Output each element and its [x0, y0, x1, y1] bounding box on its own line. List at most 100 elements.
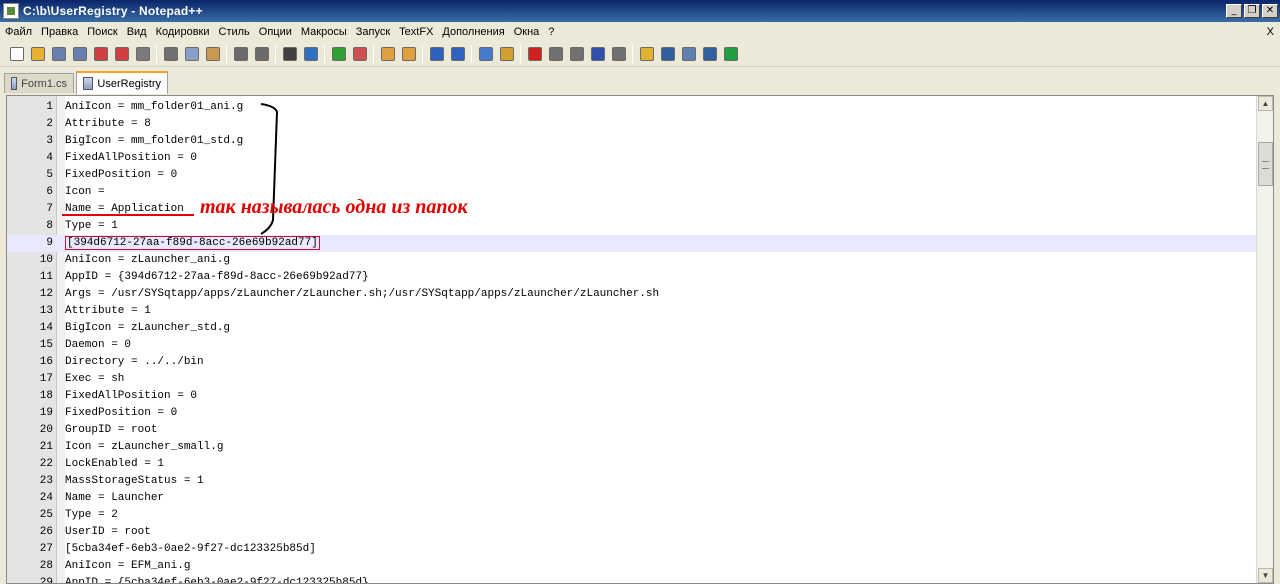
code-line[interactable]: 21 Icon = zLauncher_small.g: [7, 439, 1257, 456]
code-line[interactable]: 12 Args = /usr/SYSqtapp/apps/zLauncher/zL…: [7, 286, 1257, 303]
code-line[interactable]: 3 BigIcon = mm_folder01_std.g: [7, 133, 1257, 150]
close-all-button[interactable]: [111, 44, 132, 64]
undo-button[interactable]: [230, 44, 251, 64]
toolbar-separator: [632, 44, 633, 63]
playback-button[interactable]: [566, 44, 587, 64]
menu-item-5[interactable]: Стиль: [216, 26, 256, 38]
menu-item-12[interactable]: ?: [545, 26, 560, 38]
open-file-button[interactable]: [27, 44, 48, 64]
editor-area[interactable]: 1 AniIcon = mm_folder01_ani.g 2 Attribute =…: [6, 95, 1274, 584]
code-line[interactable]: 27 [5cba34ef-6eb3-0ae2-9f27-dc123325b85d]: [7, 541, 1257, 558]
record-macro-button[interactable]: [524, 44, 545, 64]
open-file-icon: [30, 46, 45, 61]
code-line[interactable]: 1 AniIcon = mm_folder01_ani.g: [7, 99, 1257, 116]
tab-userregistry[interactable]: UserRegistry: [76, 71, 168, 94]
cut-button[interactable]: [160, 44, 181, 64]
save-icon: [51, 46, 66, 61]
stop-record-button[interactable]: [545, 44, 566, 64]
code-line[interactable]: 15 Daemon = 0: [7, 337, 1257, 354]
indent-guide-button[interactable]: [475, 44, 496, 64]
code-line[interactable]: 10 AniIcon = zLauncher_ani.g: [7, 252, 1257, 269]
code-line[interactable]: 6 Icon =: [7, 184, 1257, 201]
close-button[interactable]: [90, 44, 111, 64]
close-document-button[interactable]: X: [1267, 26, 1280, 38]
console-button[interactable]: [657, 44, 678, 64]
zoom-in-button[interactable]: [328, 44, 349, 64]
scroll-down-icon[interactable]: ▼: [1258, 568, 1273, 583]
code-line[interactable]: 17 Exec = sh: [7, 371, 1257, 388]
code-line[interactable]: 14 BigIcon = zLauncher_std.g: [7, 320, 1257, 337]
copy-button[interactable]: [181, 44, 202, 64]
menu-item-9[interactable]: TextFX: [396, 26, 439, 38]
code-line[interactable]: 8 Type = 1: [7, 218, 1257, 235]
menu-item-6[interactable]: Опции: [256, 26, 298, 38]
code-line[interactable]: 29 AppID = {5cba34ef-6eb3-0ae2-9f27-dc123…: [7, 575, 1257, 583]
maximize-button[interactable]: ❐: [1244, 4, 1260, 18]
line-text: FixedAllPosition = 0: [65, 152, 198, 164]
minimize-button[interactable]: _: [1226, 4, 1242, 18]
sync-horizontal-button[interactable]: [398, 44, 419, 64]
line-number: 5: [46, 169, 53, 181]
line-number: 20: [39, 424, 53, 436]
code-line[interactable]: 20 GroupID = root: [7, 422, 1257, 439]
scroll-up-icon[interactable]: ▲: [1258, 96, 1273, 111]
sync-vertical-button[interactable]: [377, 44, 398, 64]
indent-guide-icon: [478, 46, 493, 61]
doc-map-button[interactable]: [678, 44, 699, 64]
paste-button[interactable]: [202, 44, 223, 64]
line-text: GroupID = root: [65, 424, 158, 436]
menu-item-8[interactable]: Запуск: [353, 26, 396, 38]
menu-item-11[interactable]: Окна: [511, 26, 546, 38]
menu-item-7[interactable]: Макросы: [298, 26, 353, 38]
code-line[interactable]: 5 FixedPosition = 0: [7, 167, 1257, 184]
code-line[interactable]: 4 FixedAllPosition = 0: [7, 150, 1257, 167]
code-line[interactable]: 23 MassStorageStatus = 1: [7, 473, 1257, 490]
code-line[interactable]: 7 Name = Application: [7, 201, 1257, 218]
line-number: 26: [39, 526, 53, 538]
show-all-chars-button[interactable]: [447, 44, 468, 64]
close-window-button[interactable]: ✕: [1262, 4, 1278, 18]
line-number: 19: [39, 407, 53, 419]
open-folder-button[interactable]: [636, 44, 657, 64]
run-multiple-button[interactable]: [587, 44, 608, 64]
code-line[interactable]: 19 FixedPosition = 0: [7, 405, 1257, 422]
save-macro-button[interactable]: [608, 44, 629, 64]
code-line[interactable]: 13 Attribute = 1: [7, 303, 1257, 320]
line-number: 21: [39, 441, 53, 453]
window-title: C:\b\UserRegistry - Notepad++: [23, 4, 203, 18]
code-line[interactable]: 16 Directory = ../../bin: [7, 354, 1257, 371]
code-line[interactable]: 2 Attribute = 8: [7, 116, 1257, 133]
menu-item-2[interactable]: Поиск: [84, 26, 123, 38]
vertical-scrollbar[interactable]: ▲ ▼: [1256, 96, 1273, 583]
menu-bar: Файл Правка Поиск Вид Кодировки Стиль Опции Мак…: [0, 22, 1280, 41]
menu-item-0[interactable]: Файл: [2, 26, 38, 38]
code-line[interactable]: 28 AniIcon = EFM_ani.g: [7, 558, 1257, 575]
code-line[interactable]: 26 UserID = root: [7, 524, 1257, 541]
user-lang-button[interactable]: [496, 44, 517, 64]
code-line[interactable]: 18 FixedAllPosition = 0: [7, 388, 1257, 405]
window-controls: _ ❐ ✕: [1226, 4, 1278, 18]
scroll-thumb[interactable]: [1258, 142, 1273, 186]
code-line[interactable]: 9 [394d6712-27aa-f89d-8acc-26e69b92ad77]: [7, 235, 1257, 252]
print-button[interactable]: [132, 44, 153, 64]
menu-item-10[interactable]: Дополнения: [439, 26, 510, 38]
zoom-out-button[interactable]: [349, 44, 370, 64]
save-button[interactable]: [48, 44, 69, 64]
spell-abc-button[interactable]: [699, 44, 720, 64]
new-file-button[interactable]: [6, 44, 27, 64]
line-number: 14: [39, 322, 53, 334]
tab-form1-cs[interactable]: Form1.cs: [4, 73, 74, 93]
word-wrap-button[interactable]: [426, 44, 447, 64]
menu-item-3[interactable]: Вид: [124, 26, 153, 38]
menu-item-4[interactable]: Кодировки: [153, 26, 216, 38]
redo-button[interactable]: [251, 44, 272, 64]
code-line[interactable]: 22 LockEnabled = 1: [7, 456, 1257, 473]
code-line[interactable]: 11 AppID = {394d6712-27aa-f89d-8acc-26e69…: [7, 269, 1257, 286]
find-button[interactable]: [279, 44, 300, 64]
code-line[interactable]: 24 Name = Launcher: [7, 490, 1257, 507]
code-line[interactable]: 25 Type = 2: [7, 507, 1257, 524]
replace-button[interactable]: [300, 44, 321, 64]
menu-item-1[interactable]: Правка: [38, 26, 84, 38]
spell-check-button[interactable]: [720, 44, 741, 64]
save-all-button[interactable]: [69, 44, 90, 64]
